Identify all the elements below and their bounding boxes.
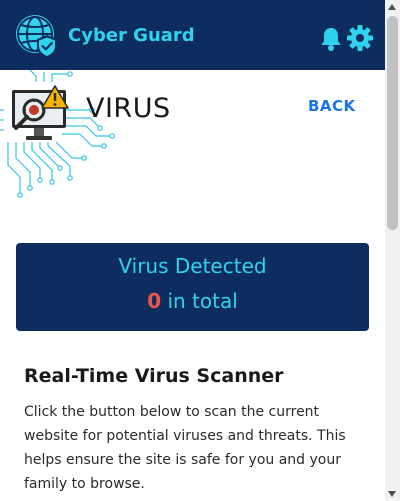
- virus-status-card: Virus Detected 0 in total: [16, 243, 369, 331]
- status-card-title: Virus Detected: [118, 254, 267, 278]
- app-header: Cyber Guard: [0, 0, 385, 70]
- back-button[interactable]: BACK: [308, 97, 356, 115]
- bell-icon[interactable]: [319, 26, 343, 52]
- virus-count-line: 0 in total: [16, 289, 369, 313]
- globe-shield-icon: [16, 15, 57, 58]
- scanner-heading: Real-Time Virus Scanner: [24, 365, 284, 387]
- app-viewport: Cyber Guard VIRUS BACK Virus Detected 0 …: [0, 0, 400, 501]
- scanner-description: Click the button below to scan the curre…: [24, 404, 346, 492]
- virus-monitor-icon: [12, 85, 69, 140]
- scrollbar-thumb[interactable]: [387, 16, 398, 230]
- app-title: Cyber Guard: [68, 25, 195, 46]
- scroll-up-arrow-icon[interactable]: [388, 4, 396, 10]
- scroll-down-arrow-icon[interactable]: [388, 491, 396, 497]
- scrollbar[interactable]: [385, 0, 400, 501]
- virus-count-suffix: in total: [167, 289, 238, 313]
- virus-count: 0: [147, 289, 162, 313]
- page-title: VIRUS: [86, 93, 171, 124]
- gear-icon[interactable]: [346, 24, 374, 52]
